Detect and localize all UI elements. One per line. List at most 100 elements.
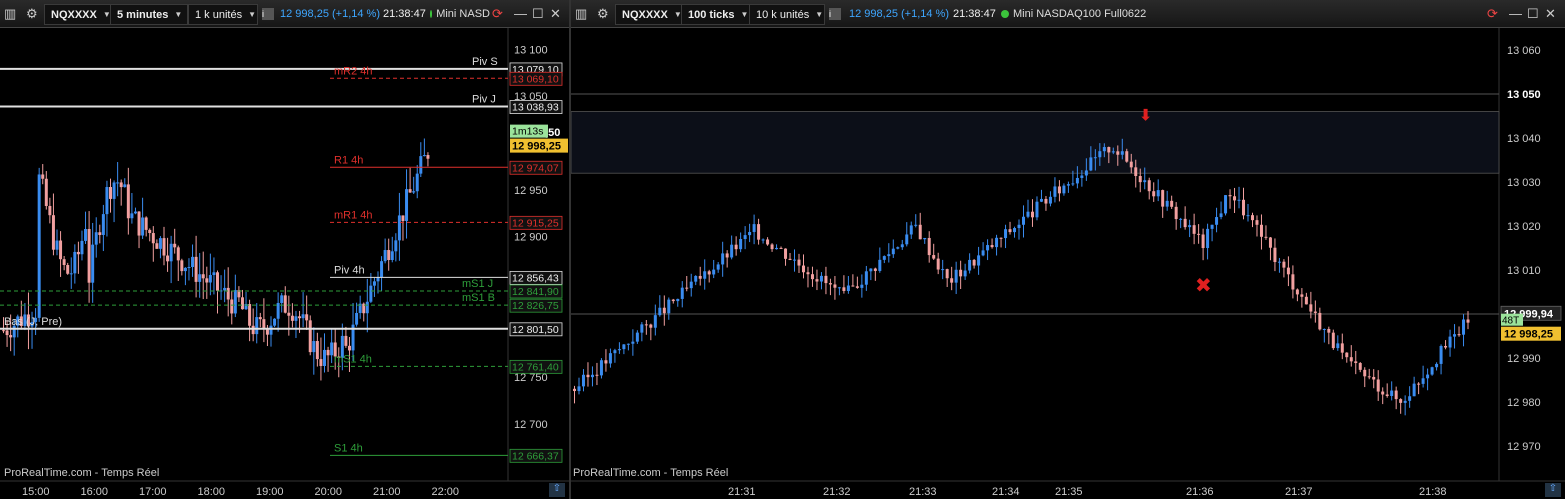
interval-select[interactable]: 5 minutes ▼	[110, 4, 188, 25]
level-label: Piv J	[472, 94, 496, 106]
candle-body	[824, 275, 828, 284]
price-axis-label: 13 060	[1507, 45, 1541, 57]
chart-canvas[interactable]: 13 060 13 050 13 040 13 030 13 020 13 010 12 9…	[571, 28, 1565, 499]
candle-body	[372, 281, 376, 286]
candle-body	[784, 248, 788, 259]
candle-body	[694, 275, 698, 282]
candle-body	[801, 265, 805, 273]
chart-canvas[interactable]: 13 10013 05012 95012 90012 75012 700Piv …	[0, 28, 569, 499]
candle-body	[130, 213, 134, 219]
candle-body	[918, 224, 922, 240]
candle-body	[1367, 376, 1371, 378]
close-icon[interactable]: ✕	[550, 0, 564, 27]
candle-body	[698, 275, 702, 279]
price-axis-label: 12 700	[514, 419, 548, 431]
interval-select[interactable]: 100 ticks ▼	[681, 4, 755, 25]
candle-body	[752, 224, 756, 232]
candle-body	[1363, 369, 1367, 377]
candle-body	[1156, 190, 1160, 197]
chevron-down-icon: ▼	[174, 10, 183, 19]
candle-body	[1426, 374, 1430, 379]
chart-type-icon[interactable]: ▥	[575, 0, 593, 27]
candle-body	[1444, 345, 1448, 348]
candle-body	[833, 284, 837, 288]
candle-body	[133, 211, 137, 214]
candle-body	[1143, 180, 1147, 183]
candle-body	[80, 240, 84, 255]
candle-body	[198, 274, 202, 282]
candle-body	[319, 359, 323, 367]
candle-body	[1075, 177, 1079, 184]
chart-type-icon[interactable]: ▥	[4, 0, 22, 27]
info-icon[interactable]: i	[262, 8, 274, 20]
scroll-end-icon[interactable]: ⇧	[1545, 483, 1561, 497]
candle-body	[305, 314, 309, 321]
candle-body	[631, 341, 635, 344]
symbol-select[interactable]: NQXXXX ▼	[615, 4, 691, 25]
candle-body	[1277, 261, 1281, 263]
time-axis-label: 16:00	[81, 486, 109, 498]
minimize-icon[interactable]: —	[1509, 0, 1523, 27]
scroll-end-icon[interactable]: ⇧	[549, 483, 565, 497]
candle-body	[355, 312, 359, 325]
price-chart[interactable]: 13 100 13 050 12 950 12 900 12 750 12 700 Piv …	[0, 28, 569, 499]
candle-body	[590, 374, 594, 378]
candle-body	[1210, 224, 1214, 229]
candle-body	[387, 250, 391, 260]
candle-body	[977, 255, 981, 266]
candle-body	[1246, 215, 1250, 217]
candle-body	[59, 240, 63, 260]
candle-body	[37, 174, 41, 318]
close-icon[interactable]: ✕	[1545, 0, 1559, 27]
candle-body	[878, 259, 882, 271]
sync-icon[interactable]: ⟳	[1487, 0, 1503, 27]
candle-body	[1399, 399, 1403, 403]
candle-body	[365, 301, 369, 314]
candle-body	[1174, 206, 1178, 220]
units-select[interactable]: 10 k unités ▼	[749, 4, 825, 25]
level-value: 12 841,90	[512, 286, 559, 298]
candle-body	[1089, 157, 1093, 171]
candle-body	[273, 318, 277, 326]
candle-body	[212, 272, 216, 276]
candle-body	[1035, 201, 1039, 218]
maximize-icon[interactable]: ☐	[532, 0, 546, 27]
candle-body	[1349, 357, 1353, 362]
candle-body	[347, 345, 351, 351]
candle-body	[1192, 225, 1196, 234]
candle-body	[608, 353, 612, 364]
candle-body	[819, 275, 823, 282]
candle-body	[1435, 363, 1439, 368]
time-axis-label: 19:00	[256, 486, 284, 498]
candle-body	[1197, 233, 1201, 235]
minimize-icon[interactable]: —	[514, 0, 528, 27]
candle-body	[1008, 229, 1012, 233]
units-select[interactable]: 1 k unités ▼	[188, 4, 258, 25]
maximize-icon[interactable]: ☐	[1527, 0, 1541, 27]
settings-icon[interactable]: ⚙	[597, 0, 611, 27]
candle-body	[148, 229, 152, 234]
candle-body	[1408, 396, 1412, 401]
candle-body	[1080, 175, 1084, 178]
info-icon[interactable]: i	[829, 8, 841, 20]
candle-body	[617, 349, 621, 351]
symbol-select[interactable]: NQXXXX ▼	[44, 4, 120, 25]
level-label: S1 4h	[334, 442, 363, 454]
candle-body	[1206, 228, 1210, 249]
sync-icon[interactable]: ⟳	[492, 0, 508, 27]
candle-body	[230, 299, 234, 314]
candle-body	[141, 217, 145, 236]
candle-body	[725, 253, 729, 258]
level-value: 12 974,07	[512, 162, 559, 174]
candle-body	[426, 155, 430, 159]
candle-body	[1026, 211, 1030, 217]
settings-icon[interactable]: ⚙	[26, 0, 40, 27]
candle-body	[748, 231, 752, 236]
candle-body	[62, 259, 66, 266]
price-axis-label: 13 030	[1507, 177, 1541, 189]
candle-body	[315, 341, 319, 360]
candle-body	[208, 275, 212, 283]
candle-body	[308, 320, 312, 353]
candle-body	[914, 224, 918, 226]
price-chart[interactable]: 13 060 13 050 13 040 13 030 13 020 13 010 12 9…	[571, 28, 1565, 499]
